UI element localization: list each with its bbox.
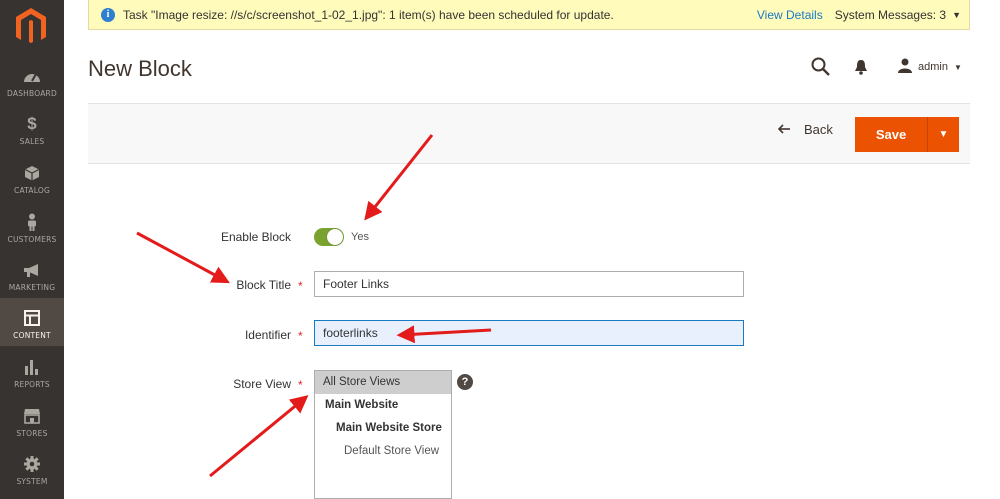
chevron-down-icon: ▼ (953, 62, 962, 72)
sidebar-item-stores[interactable]: STORES (0, 396, 64, 444)
chevron-down-icon[interactable]: ▼ (952, 10, 961, 20)
store-view-multiselect[interactable]: All Store Views Main Website Main Websit… (314, 370, 452, 499)
gear-icon (22, 454, 42, 474)
sidebar-item-sales[interactable]: $ SALES (0, 104, 64, 152)
required-marker: * (298, 279, 303, 293)
save-button[interactable]: Save (855, 117, 927, 152)
system-message-text: Task "Image resize: //s/c/screenshot_1-0… (123, 7, 614, 22)
sidebar-item-label: CONTENT (13, 331, 51, 340)
block-title-label: Block Title (236, 278, 291, 292)
back-button-label: Back (804, 121, 833, 137)
page-title: New Block (88, 56, 192, 81)
enable-block-value: Yes (351, 231, 369, 243)
sidebar-item-dashboard[interactable]: DASHBOARD (0, 56, 64, 104)
person-icon (22, 212, 42, 232)
sidebar-item-label: DASHBOARD (7, 89, 57, 98)
annotation-arrow (209, 395, 309, 478)
option-default-store-view[interactable]: Default Store View (315, 440, 451, 463)
block-title-input[interactable]: Footer Links (314, 271, 744, 297)
store-view-label: Store View (233, 377, 291, 391)
view-details-link[interactable]: View Details (757, 8, 823, 22)
system-message-bar: i Task "Image resize: //s/c/screenshot_1… (88, 0, 970, 30)
sidebar-item-marketing[interactable]: MARKETING (0, 250, 64, 298)
dollar-icon: $ (27, 114, 37, 133)
sidebar-item-label: MARKETING (8, 283, 56, 292)
chevron-down-icon: ▼ (938, 129, 949, 140)
admin-username: admin (918, 61, 948, 73)
required-marker: * (298, 329, 303, 343)
sidebar-item-customers[interactable]: CUSTOMERS (0, 202, 64, 250)
identifier-input[interactable]: footerlinks (314, 320, 744, 346)
save-options-toggle[interactable]: ▼ (927, 117, 959, 152)
dashboard-icon (22, 66, 42, 86)
box-icon (22, 163, 42, 183)
arrow-left-icon (777, 121, 790, 137)
identifier-label: Identifier (244, 328, 291, 342)
search-icon[interactable] (811, 57, 830, 81)
option-main-website-store[interactable]: Main Website Store (315, 417, 451, 440)
layout-icon (22, 308, 42, 328)
enable-block-label: Enable Block (220, 230, 291, 244)
sidebar-item-label: REPORTS (14, 380, 50, 389)
sidebar-item-catalog[interactable]: CATALOG (0, 153, 64, 201)
back-button[interactable]: Back (777, 121, 833, 137)
megaphone-icon (22, 260, 42, 280)
option-all-store-views[interactable]: All Store Views (315, 371, 451, 394)
store-icon (22, 406, 42, 426)
sidebar-item-reports[interactable]: REPORTS (0, 347, 64, 395)
enable-block-toggle[interactable] (314, 228, 344, 246)
info-icon: i (101, 7, 115, 22)
bar-chart-icon (22, 357, 42, 377)
system-messages-toggle[interactable]: System Messages: 3 (835, 8, 946, 22)
admin-user-menu[interactable]: admin ▼ (898, 58, 962, 76)
required-marker: * (298, 378, 303, 392)
sidebar-item-label: STORES (16, 429, 48, 438)
option-main-website[interactable]: Main Website (315, 394, 451, 417)
admin-sidebar: DASHBOARD $ SALES CATALOG CUSTOMERS MARK… (0, 0, 64, 499)
page-actions-bar: Back Save ▼ (88, 103, 970, 164)
sidebar-item-label: SALES (19, 137, 45, 146)
sidebar-item-system[interactable]: SYSTEM (0, 444, 64, 492)
sidebar-item-label: SYSTEM (16, 477, 48, 486)
help-icon[interactable]: ? (457, 374, 473, 390)
sidebar-item-label: CUSTOMERS (7, 235, 57, 244)
sidebar-item-content[interactable]: CONTENT (0, 298, 64, 346)
magento-logo-icon[interactable] (14, 6, 48, 46)
bell-icon[interactable] (854, 59, 868, 80)
user-icon (898, 58, 912, 76)
sidebar-item-label: CATALOG (14, 186, 50, 195)
